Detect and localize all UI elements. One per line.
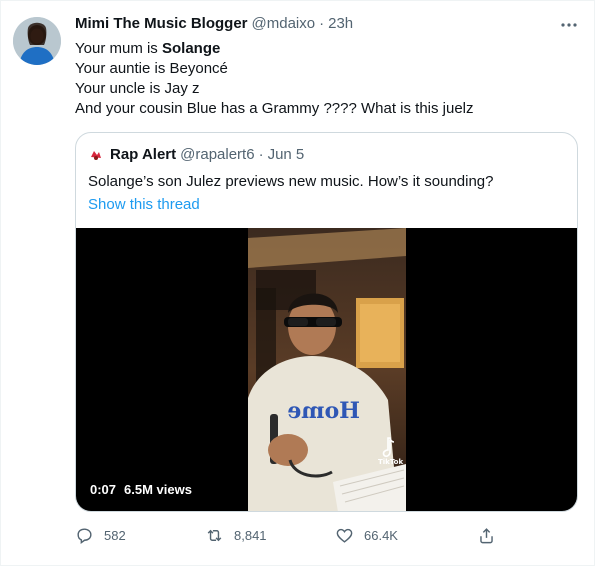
separator: · — [319, 15, 325, 32]
like-button[interactable]: 66.4K — [335, 523, 398, 547]
author-handle[interactable]: @mdaixo — [252, 15, 316, 32]
action-bar: 582 8,841 66.4K — [75, 523, 578, 547]
tweet-line-1: Your mum is Solange — [75, 39, 474, 59]
share-button[interactable] — [477, 523, 496, 547]
tweet-header: Mimi The Music Blogger @mdaixo · 23h — [75, 15, 353, 37]
reply-button[interactable]: 582 — [75, 523, 126, 547]
retweet-icon — [207, 529, 222, 541]
retweet-count: 8,841 — [234, 527, 267, 543]
tweet-line-1-bold: Solange — [161, 40, 221, 57]
profile-photo-icon — [13, 17, 61, 65]
rap-alert-avatar-icon — [88, 146, 104, 163]
retweet-button[interactable]: 8,841 — [205, 523, 267, 547]
video-views: 6.5M views — [124, 482, 192, 497]
tweet-time[interactable]: 23h — [328, 15, 353, 32]
quoted-header: Rap Alert @rapalert6 · Jun 5 — [88, 146, 304, 163]
show-thread-link[interactable]: Show this thread — [88, 195, 200, 215]
quoted-text: Solange’s son Julez previews new music. … — [88, 173, 494, 190]
tweet-line-4: And your cousin Blue has a Grammy ???? W… — [75, 100, 474, 117]
ellipsis-icon — [561, 23, 577, 27]
tweet-line-1-a: Your mum is — [75, 40, 162, 57]
tweet-card[interactable]: Mimi The Music Blogger @mdaixo · 23h You… — [0, 0, 595, 566]
tweet-line-3: Your uncle is Jay z — [75, 80, 200, 97]
user-avatar[interactable] — [13, 17, 61, 65]
quoted-separator: · — [258, 146, 264, 163]
quoted-author-name[interactable]: Rap Alert — [110, 146, 176, 163]
author-name[interactable]: Mimi The Music Blogger — [75, 15, 248, 32]
reply-count: 582 — [104, 527, 126, 543]
share-icon — [480, 527, 493, 543]
reply-icon — [77, 527, 92, 544]
quoted-tweet[interactable]: Rap Alert @rapalert6 · Jun 5 Solange’s s… — [75, 132, 578, 512]
video-meta: 0:07 6.5M views — [90, 482, 192, 497]
tweet-text: Your mum is Solange Your auntie is Beyon… — [75, 39, 474, 119]
video-timestamp: 0:07 — [90, 482, 117, 497]
video-player[interactable]: Home TikTok 0:07 6.5M views — [76, 228, 577, 511]
video-frame: Home TikTok — [248, 228, 406, 511]
heart-icon — [336, 528, 353, 543]
tiktok-watermark: TikTok — [378, 458, 403, 466]
like-count: 66.4K — [364, 527, 398, 543]
quoted-date[interactable]: Jun 5 — [268, 146, 305, 163]
more-button[interactable] — [558, 15, 580, 35]
tweet-line-2: Your auntie is Beyoncé — [75, 60, 228, 77]
quoted-author-handle[interactable]: @rapalert6 — [180, 146, 254, 163]
video-still-image: Home TikTok — [248, 228, 406, 511]
hoodie-text: Home — [287, 398, 360, 424]
